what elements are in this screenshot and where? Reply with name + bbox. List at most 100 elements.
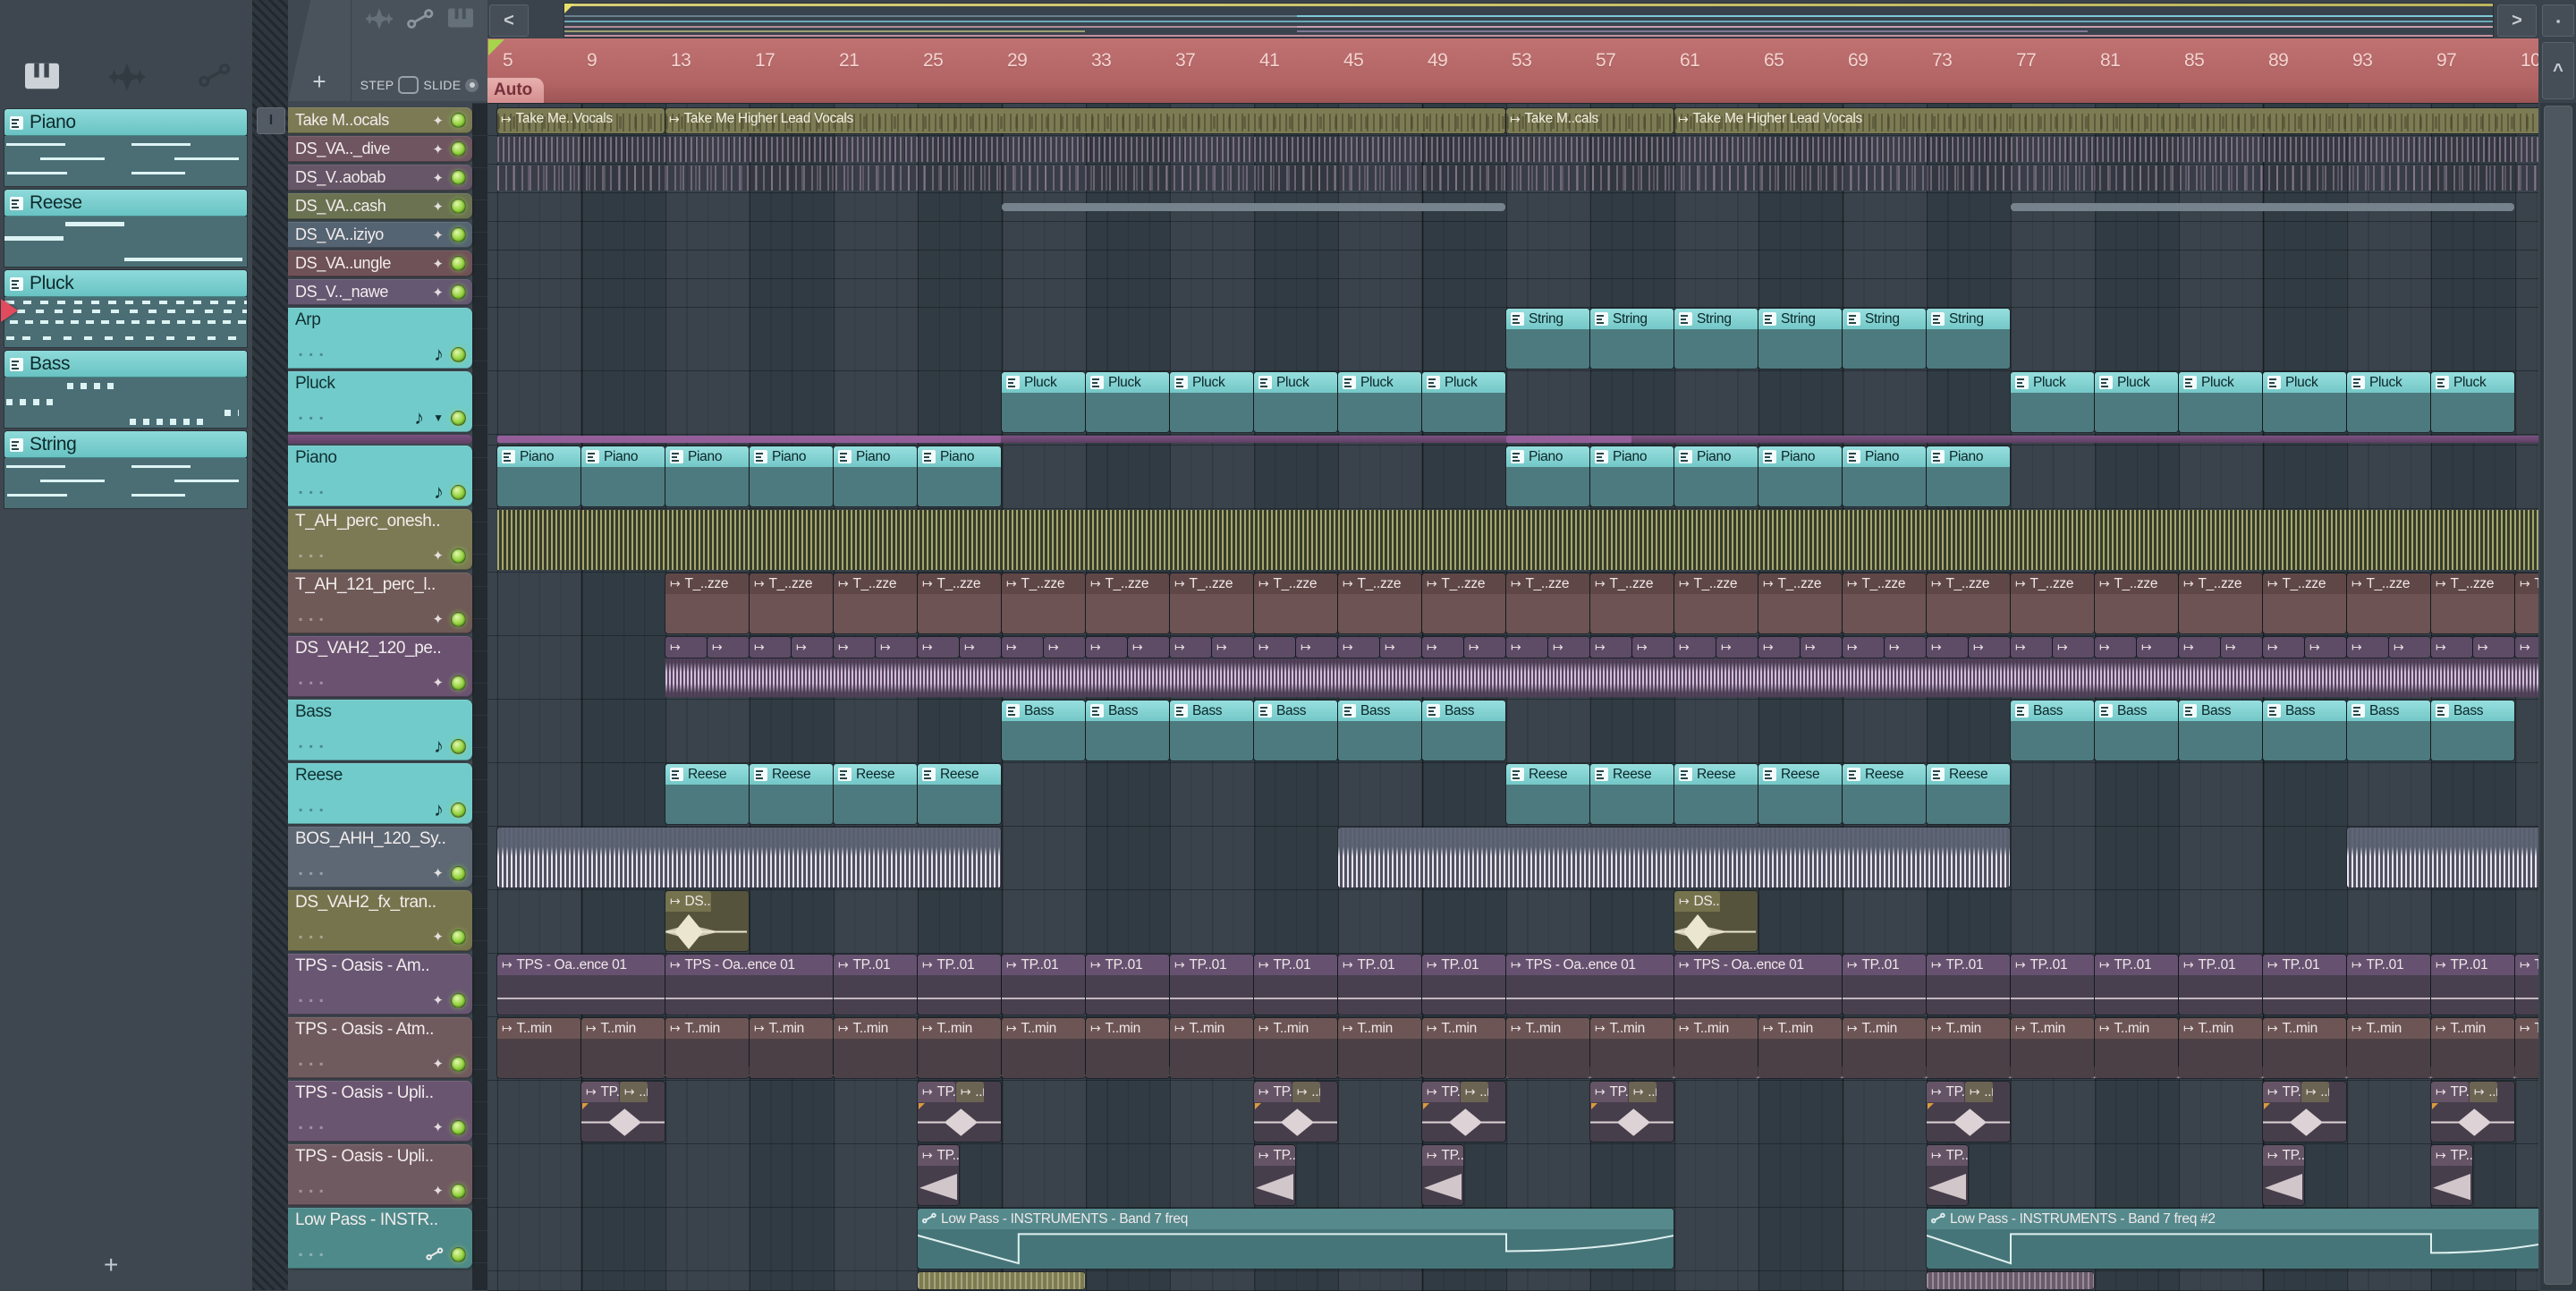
clip-pat-piano[interactable]: Piano: [834, 446, 917, 506]
playlist-lane-ds-va-cash[interactable]: [487, 193, 2538, 222]
track-header-bass[interactable]: Bass ▪ ▪ ▪ ♪: [288, 700, 472, 760]
options-button[interactable]: ▪: [2542, 4, 2574, 37]
clip-pair-tp-07[interactable]: ↦TP..07↦..r 03: [581, 1082, 665, 1142]
track-header-arp[interactable]: Arp ▪ ▪ ▪ ♪: [288, 308, 472, 369]
clip-cell[interactable]: ↦: [2347, 637, 2388, 658]
playlist-lane-ds-vah2-fx-tran[interactable]: ↦DS..ele↦DS..ele: [487, 890, 2538, 954]
clip-aud-tp-01[interactable]: ↦TP..01: [1002, 955, 1085, 1015]
audio-icon[interactable]: [107, 63, 147, 93]
clip-wedge-tp-10[interactable]: ↦TP..10: [1927, 1145, 1968, 1205]
clip-pat-piano[interactable]: Piano: [665, 446, 749, 506]
playlist-lane-pluck[interactable]: Pluck Pluck Pluck Pluck Pluck Pluck Pluck Pluck…: [487, 371, 2538, 435]
clip-vox-take-me-higher-lead-vocals[interactable]: ↦ Take Me Higher Lead Vocals: [1674, 108, 2538, 133]
clip-aud-t-zze[interactable]: ↦T_..zze: [1170, 573, 1253, 633]
clip-cell[interactable]: ↦: [2515, 637, 2538, 658]
playlist-lane-ds-va-iziyo[interactable]: [487, 222, 2538, 251]
pattern-preview-string[interactable]: [4, 458, 247, 508]
mute-led[interactable]: [451, 929, 466, 945]
clip-aud-t-zze[interactable]: ↦T_..zze: [750, 573, 833, 633]
track-separator[interactable]: [288, 435, 472, 444]
clip-cell[interactable]: ↦: [1086, 637, 1127, 658]
scroll-up-button[interactable]: ^: [2542, 42, 2574, 99]
clip-aud-t-min[interactable]: ↦T..min: [1590, 1018, 1674, 1078]
chevron-down-icon[interactable]: ▼: [433, 412, 444, 424]
mute-led[interactable]: [451, 865, 466, 881]
clip-pair-tp-07[interactable]: ↦TP..07↦..r 03: [2431, 1082, 2514, 1142]
clip-aud-t-min[interactable]: ↦T..min: [918, 1018, 1001, 1078]
clip-aud-tp-01[interactable]: ↦TP..01: [1254, 955, 1337, 1015]
clip-cell[interactable]: ↦: [1212, 637, 1253, 658]
playlist-lane-low-pass-instr[interactable]: Low Pass - INSTRUMENTS - Band 7 freq Low …: [487, 1208, 2538, 1271]
clip-cell[interactable]: ↦: [1843, 637, 1884, 658]
clip-aud-t-zze[interactable]: ↦T_..zze: [918, 573, 1001, 633]
clip-aud-tp-01[interactable]: ↦TP..01: [1086, 955, 1169, 1015]
mute-led[interactable]: [451, 410, 466, 426]
mute-led[interactable]: [451, 802, 466, 818]
clip-cell[interactable]: ↦: [2305, 637, 2346, 658]
clip-aud-t-zze[interactable]: ↦T_..zze: [665, 573, 749, 633]
track-header-piano[interactable]: Piano ▪ ▪ ▪ ♪: [288, 446, 472, 506]
clip-wedge-tp-10[interactable]: ↦TP..10: [2263, 1145, 2304, 1205]
clip-cell[interactable]: ↦: [2011, 637, 2052, 658]
mute-led[interactable]: [451, 484, 466, 500]
playlist-lane-ds-va-ungle[interactable]: [487, 251, 2538, 279]
timeline-ruler[interactable]: Auto 5 9 13 17 21 25 29 33 37 41 45 49 53 57 61 65 69 73 7…: [487, 38, 2538, 104]
playlist-grid[interactable]: ↦ Take Me..Vocals ↦ Take Me Higher Lead Voc…: [487, 103, 2538, 1291]
clip-pat-bass[interactable]: Bass: [2095, 701, 2178, 760]
track-header-t-ah-121-perc-l[interactable]: T_AH_121_perc_l.. ▪ ▪ ▪ ✦: [288, 573, 472, 633]
clip-pair-tp-07[interactable]: ↦TP..07↦..r 03: [1422, 1082, 1505, 1142]
mute-led[interactable]: [451, 1246, 466, 1262]
track-header-ds-va-ungle[interactable]: DS_VA..ungle ✦: [288, 251, 472, 276]
track-header-take-m-ocals[interactable]: Take M..ocals ✦: [288, 107, 472, 133]
mute-led[interactable]: [451, 1119, 466, 1135]
pattern-card-reese[interactable]: Reese: [4, 190, 247, 217]
clip-pat-piano[interactable]: Piano: [1590, 446, 1674, 506]
track-header-ds-va-iziyo[interactable]: DS_VA..iziyo ✦: [288, 222, 472, 248]
clip-aud-tps-oa-ence-01[interactable]: ↦ TPS - Oa..ence 01: [497, 955, 665, 1015]
auto-zoom-tab[interactable]: Auto: [487, 78, 544, 103]
clip-wedge-tp-10[interactable]: ↦TP..10: [1422, 1145, 1463, 1205]
clip-pat-pluck[interactable]: Pluck: [1254, 372, 1337, 432]
clip-pat-pluck[interactable]: Pluck: [2263, 372, 2346, 432]
clip-aud-tp-01[interactable]: ↦TP..01: [2011, 955, 2094, 1015]
add-pattern-button[interactable]: +: [104, 1251, 118, 1279]
clip-cell[interactable]: ↦: [1885, 637, 1926, 658]
clip-pat-reese[interactable]: Reese: [1674, 764, 1758, 824]
clip-cell[interactable]: ↦: [1422, 637, 1463, 658]
clip-pat-string[interactable]: String: [1590, 309, 1674, 369]
track-header-tps-oasis-upli[interactable]: TPS - Oasis - Upli.. ▪ ▪ ▪ ✦: [288, 1144, 472, 1205]
clip-aud-t-zze[interactable]: ↦T_..zze: [1590, 573, 1674, 633]
clip-aud-tp-01[interactable]: ↦TP..01: [2515, 955, 2538, 1015]
clip-aud-t-min[interactable]: ↦T..min: [1422, 1018, 1505, 1078]
clip-cell[interactable]: ↦: [1632, 637, 1674, 658]
pattern-preview-piano[interactable]: [4, 136, 247, 186]
clip-pat-reese[interactable]: Reese: [750, 764, 833, 824]
mute-led[interactable]: [451, 256, 466, 271]
mute-led[interactable]: [451, 675, 466, 691]
clip-auto-low-pass-instruments-band-7-freq[interactable]: Low Pass - INSTRUMENTS - Band 7 freq: [918, 1209, 1674, 1269]
pattern-play-arrow[interactable]: [1, 299, 18, 322]
piano-icon[interactable]: [448, 7, 473, 35]
clip-cell[interactable]: ↦: [2473, 637, 2514, 658]
clip-cell[interactable]: ↦: [2431, 637, 2472, 658]
clip-cell[interactable]: ↦: [1044, 637, 1085, 658]
clip-aud-t-min[interactable]: ↦T..min: [1506, 1018, 1589, 1078]
clip-aud-t-zze[interactable]: ↦T_..zze: [2095, 573, 2178, 633]
clip-pat-reese[interactable]: Reese: [1758, 764, 1842, 824]
clip-pat-piano[interactable]: Piano: [918, 446, 1001, 506]
playlist-lane-tps-oasis-am[interactable]: ↦ TPS - Oa..ence 01 ↦ TPS - Oa..ence 01 ↦ TP.…: [487, 954, 2538, 1017]
clip-pat-bass[interactable]: Bass: [2011, 701, 2094, 760]
playlist-lane-t-ah-perc-onesh[interactable]: [487, 509, 2538, 573]
clip-aud-t-min[interactable]: ↦T..min: [2011, 1018, 2094, 1078]
clip-cell[interactable]: ↦: [918, 637, 959, 658]
mute-led[interactable]: [451, 199, 466, 214]
clip-burst-ds-ele[interactable]: ↦DS..ele: [1674, 891, 1758, 951]
audio-icon[interactable]: [364, 7, 394, 35]
playlist-lane-bos-ahh-120-sy[interactable]: [487, 827, 2538, 890]
vertical-scrollbar-thumb[interactable]: [2544, 106, 2572, 1285]
clip-aud-tps-oa-ence-01[interactable]: ↦ TPS - Oa..ence 01: [1674, 955, 1842, 1015]
clip-wedge-tp-10[interactable]: ↦TP..10: [2431, 1145, 2472, 1205]
clip-aud-tp-01[interactable]: ↦TP..01: [834, 955, 917, 1015]
clip-aud-t-min[interactable]: ↦T..min: [1843, 1018, 1926, 1078]
playlist-lane-piano[interactable]: Piano Piano Piano Piano Piano Piano Piano Piano…: [487, 446, 2538, 509]
